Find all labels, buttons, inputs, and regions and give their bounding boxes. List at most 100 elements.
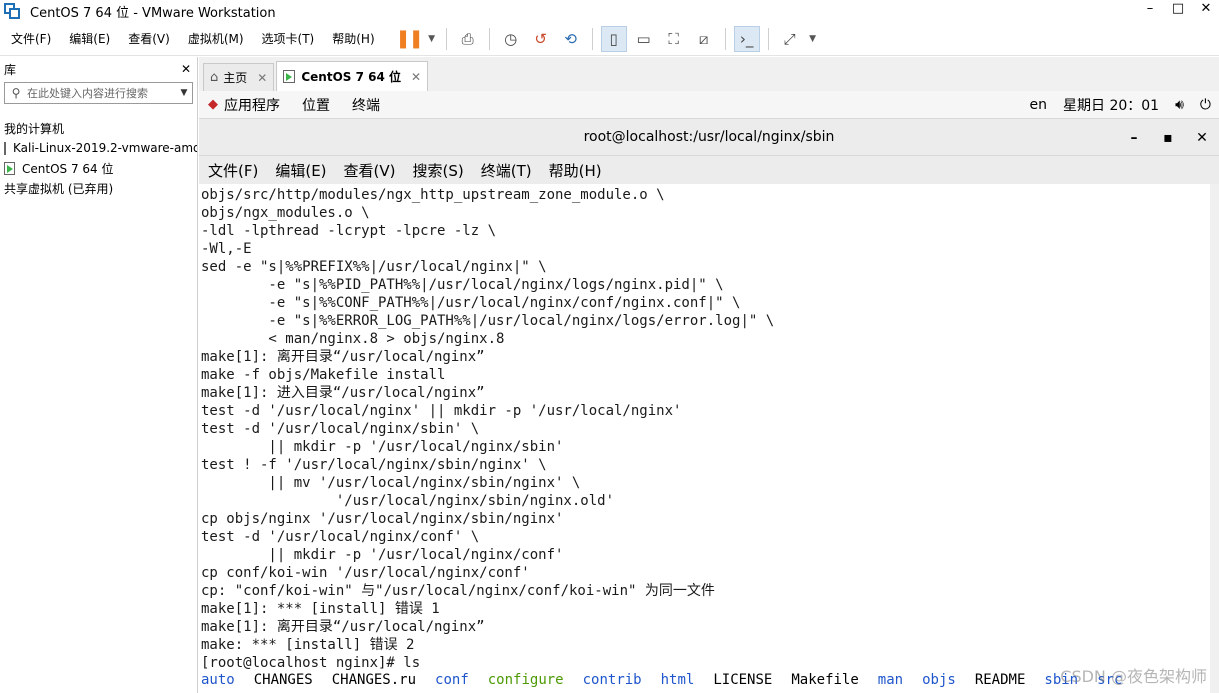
library-panel: 库 ✕ ⚲ 在此处键入内容进行搜索 ▼ 我的计算机 Kali-Linux-201… [0,57,198,693]
terminal-titlebar: root@localhost:/usr/local/nginx/sbin – ▪… [199,118,1219,156]
search-placeholder: 在此处键入内容进行搜索 [27,87,148,100]
terminal-line: -e "s|%%CONF_PATH%%|/usr/local/nginx/con… [201,295,741,311]
ls-entry: objs [922,672,956,688]
close-button[interactable]: ✕ [1193,0,1219,22]
terminal-menu-search[interactable]: 搜索(S) [413,160,464,181]
terminal-menu-view[interactable]: 查看(V) [344,160,396,181]
menu-edit[interactable]: 编辑(E) [58,30,117,47]
stretch-icon[interactable]: ⤢ [777,26,803,52]
terminal-line: || mv '/usr/local/nginx/sbin/nginx' \ [201,475,581,491]
library-close-icon[interactable]: ✕ [181,62,191,76]
chevron-down-icon[interactable]: ▼ [176,88,192,98]
power-icon[interactable]: ⏻ [1200,97,1211,113]
terminal-line: -e "s|%%ERROR_LOG_PATH%%|/usr/local/ngin… [201,313,775,329]
minimize-button[interactable]: – [1137,0,1163,22]
vmware-logo-icon [4,3,20,19]
terminal-line: test ! -f '/usr/local/nginx/sbin/nginx' … [201,457,547,473]
tree-item-my-computer[interactable]: 我的计算机 [0,118,197,138]
terminal-line: test -d '/usr/local/nginx' || mkdir -p '… [201,403,682,419]
tab-centos[interactable]: CentOS 7 64 位 ✕ [276,61,429,91]
main-menubar: 文件(F) 编辑(E) 查看(V) 虚拟机(M) 选项卡(T) 帮助(H) ❚❚… [0,22,1219,56]
snapshot-icon[interactable]: ◷ [498,26,524,52]
terminal-line: cp conf/koi-win '/usr/local/nginx/conf' [201,565,530,581]
revert-snapshot-icon[interactable]: ↺ [528,26,554,52]
terminal-menu-help[interactable]: 帮助(H) [549,160,602,181]
thumbnail-bar-icon[interactable]: ▭ [631,26,657,52]
fullscreen-icon[interactable]: ⛶ [661,26,687,52]
gnome-top-bar: ◆ 应用程序 位置 终端 en 星期日 20：01 🔊︎ ⏻ [199,91,1219,118]
gnome-status-area: en 星期日 20：01 🔊︎ ⏻ [1030,91,1219,118]
terminal-line: make[1]: *** [install] 错误 1 [201,601,440,617]
input-language-indicator[interactable]: en [1030,97,1048,113]
vm-icon [4,141,6,155]
terminal-line: make[1]: 离开目录“/usr/local/nginx” [201,349,485,365]
terminal-scrollbar[interactable] [1210,184,1219,693]
gnome-terminal-menu[interactable]: 终端 [352,95,380,115]
terminal-line: test -d '/usr/local/nginx/conf' \ [201,529,480,545]
window-title: CentOS 7 64 位 - VMware Workstation [30,5,276,21]
terminal-maximize-button[interactable]: ▪ [1151,130,1185,146]
terminal-close-button[interactable]: ✕ [1185,130,1219,146]
toolbar-separator [488,27,490,50]
tab-home-close-icon[interactable]: ✕ [257,71,267,85]
unity-icon[interactable]: ⧄ [691,26,717,52]
ls-entry: CHANGES [253,672,313,688]
gnome-applications-menu[interactable]: 应用程序 [224,95,280,115]
terminal-line: objs/src/http/modules/ngx_http_upstream_… [201,187,665,203]
snapshot-manager-icon[interactable]: ⟲ [558,26,584,52]
menu-help[interactable]: 帮助(H) [321,30,381,47]
library-title: 库 [4,62,17,77]
terminal-menu-edit[interactable]: 编辑(E) [275,160,326,181]
volume-icon[interactable]: 🔊︎ [1175,97,1184,113]
power-dropdown-icon[interactable]: ▼ [426,26,438,52]
terminal-line: -ldl -lpthread -lcrypt -lpcre -lz \ [201,223,497,239]
library-search-input[interactable]: ⚲ 在此处键入内容进行搜索 ▼ [4,82,193,104]
show-library-icon[interactable]: ▯ [600,25,627,52]
home-icon: ⌂ [210,70,219,85]
ls-entry: LICENSE [713,672,773,688]
terminal-menu-file[interactable]: 文件(F) [208,160,258,181]
terminal-line: make -f objs/Makefile install [201,367,446,383]
stretch-dropdown-icon[interactable]: ▼ [807,26,819,52]
terminal-line: sed -e "s|%%PREFIX%%|/usr/local/nginx|" … [201,259,547,275]
terminal-line: cp: "conf/koi-win" 与"/usr/local/nginx/co… [201,583,715,599]
terminal-menubar: 文件(F) 编辑(E) 查看(V) 搜索(S) 终端(T) 帮助(H) [199,156,1219,184]
terminal-output[interactable]: objs/src/http/modules/ngx_http_upstream_… [199,184,1219,693]
tab-centos-label: CentOS 7 64 位 [301,70,401,84]
ls-entry: auto [201,672,235,688]
send-ctrl-alt-del-icon[interactable]: ⎙ [455,26,481,52]
tree-item-kali[interactable]: Kali-Linux-2019.2-vmware-amd64 [0,138,197,158]
tree-item-centos[interactable]: CentOS 7 64 位 [0,158,197,178]
terminal-line: -Wl,-E [201,241,252,257]
toolbar-separator [591,27,593,50]
vm-running-icon [4,161,15,175]
tree-item-shared-vms[interactable]: 共享虚拟机 (已弃用) [0,178,197,198]
tab-home[interactable]: ⌂ 主页 ✕ [203,63,275,91]
maximize-button[interactable]: □ [1165,0,1191,22]
csdn-watermark: CSDN @夜色架构师 [1060,667,1207,686]
vm-running-icon [283,70,296,83]
tab-strip: ⌂ 主页 ✕ CentOS 7 64 位 ✕ [199,57,1219,91]
terminal-menu-terminal[interactable]: 终端(T) [481,160,532,181]
ls-entry: README [974,672,1026,688]
gnome-apps-icon: ◆ [208,97,218,112]
terminal-line: objs/ngx_modules.o \ [201,205,370,221]
console-view-icon[interactable]: ›_ [733,25,760,52]
toolbar-separator [767,27,769,50]
menu-tabs[interactable]: 选项卡(T) [251,30,322,47]
terminal-line: test -d '/usr/local/nginx/sbin' \ [201,421,480,437]
menu-vm[interactable]: 虚拟机(M) [177,30,251,47]
ls-entry: configure [487,672,564,688]
terminal-line: make[1]: 离开目录“/usr/local/nginx” [201,619,485,635]
pause-icon[interactable]: ❚❚ [396,26,424,52]
toolbar-separator [724,27,726,50]
gnome-clock[interactable]: 星期日 20：01 [1063,95,1159,115]
terminal-line: make[1]: 进入目录“/usr/local/nginx” [201,385,485,401]
tab-centos-close-icon[interactable]: ✕ [411,70,421,84]
terminal-minimize-button[interactable]: – [1117,130,1151,146]
menu-file[interactable]: 文件(F) [0,30,58,47]
terminal-line: || mkdir -p '/usr/local/nginx/sbin' [201,439,564,455]
gnome-places-menu[interactable]: 位置 [302,95,330,115]
menu-view[interactable]: 查看(V) [117,30,177,47]
ls-entry: Makefile [791,672,859,688]
